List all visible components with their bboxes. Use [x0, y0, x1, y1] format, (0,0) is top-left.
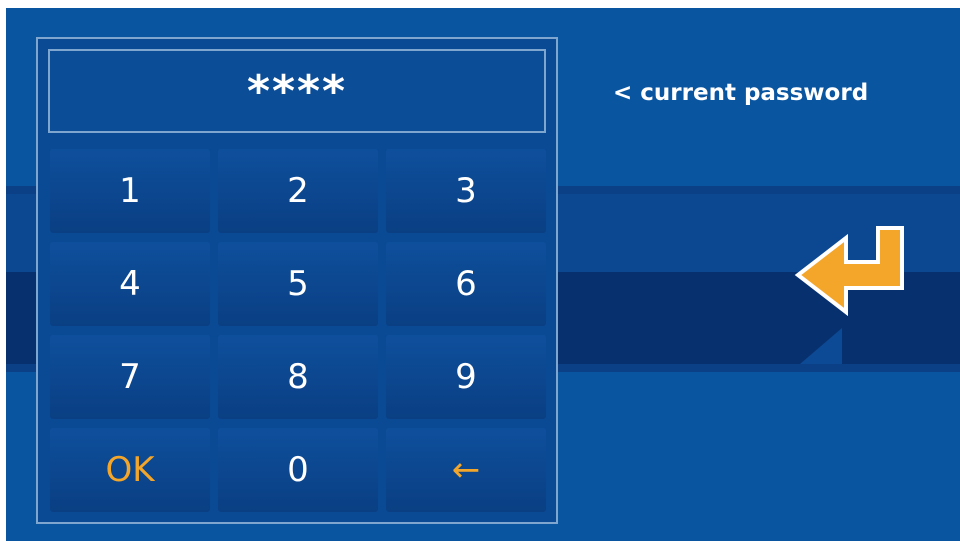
backspace-button[interactable]: ←	[386, 428, 546, 512]
key-7[interactable]: 7	[50, 335, 210, 419]
key-8[interactable]: 8	[218, 335, 378, 419]
key-4[interactable]: 4	[50, 242, 210, 326]
key-2[interactable]: 2	[218, 149, 378, 233]
key-6[interactable]: 6	[386, 242, 546, 326]
ok-button[interactable]: OK	[50, 428, 210, 512]
key-5[interactable]: 5	[218, 242, 378, 326]
key-1[interactable]: 1	[50, 149, 210, 233]
screen: **** 1 2 3 4 5 6 7 8 9 OK 0 ← < current …	[6, 8, 960, 541]
password-display: ****	[48, 49, 546, 133]
current-password-hint: < current password	[613, 80, 869, 106]
key-0[interactable]: 0	[218, 428, 378, 512]
keypad-panel: **** 1 2 3 4 5 6 7 8 9 OK 0 ←	[36, 37, 558, 524]
key-9[interactable]: 9	[386, 335, 546, 419]
enter-return-arrow-icon[interactable]	[790, 220, 910, 340]
key-3[interactable]: 3	[386, 149, 546, 233]
